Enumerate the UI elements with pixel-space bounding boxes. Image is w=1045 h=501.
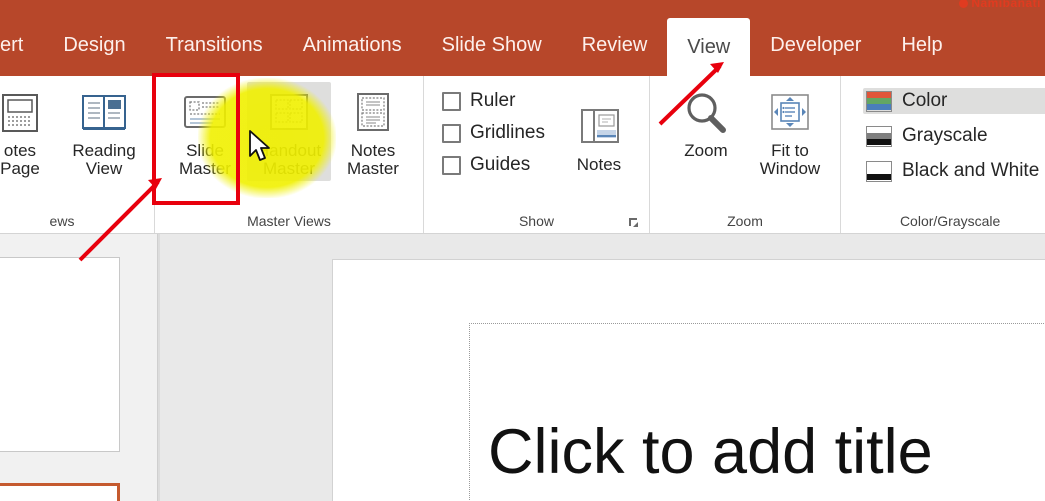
notes-page-icon [0, 86, 42, 140]
reading-view-icon [80, 86, 128, 140]
ruler-checkbox-row[interactable]: Ruler [442, 90, 545, 112]
pane-splitter[interactable] [158, 234, 160, 501]
handout-master-button[interactable]: Handout Master [247, 82, 331, 181]
tab-design-label: Design [63, 33, 126, 56]
notes-pane-label: Notes [576, 155, 622, 174]
workspace: Click to add title [0, 234, 1045, 501]
slide-canvas[interactable]: Click to add title [332, 259, 1045, 501]
tab-review-label: Review [581, 33, 648, 56]
tab-review[interactable]: Review [562, 18, 668, 72]
notes-page-label: otes Page [0, 141, 40, 179]
handout-master-label: Handout Master [256, 141, 322, 179]
ribbon-group-show: Ruler Gridlines Guides Notes Show [424, 76, 650, 233]
notes-master-icon [349, 86, 397, 140]
guides-checkbox[interactable] [442, 155, 461, 175]
tab-list: ert Design Transitions Animations Slide … [0, 18, 963, 76]
color-swatch-icon [865, 90, 892, 112]
tab-developer[interactable]: Developer [750, 18, 881, 72]
ruler-checkbox[interactable] [442, 91, 461, 111]
tab-developer-label: Developer [770, 33, 862, 56]
color-grayscale-group-label: Color/Grayscale [899, 213, 1001, 229]
reading-view-label: Reading View [72, 141, 136, 179]
grayscale-swatch-icon [865, 125, 892, 147]
zoom-button[interactable]: Zoom [664, 82, 748, 162]
show-checkbox-list: Ruler Gridlines Guides [432, 82, 551, 176]
zoom-label: Zoom [684, 141, 728, 160]
zoom-group-label: Zoom [727, 213, 763, 229]
notes-pane-button[interactable]: Notes [557, 96, 641, 176]
slide-thumbnail-pane[interactable] [0, 234, 158, 501]
tab-transitions-label: Transitions [165, 33, 263, 56]
notes-master-label: Notes Master [347, 141, 399, 179]
account-dot-icon [959, 0, 969, 8]
title-placeholder-text: Click to add title [488, 416, 933, 487]
tab-help-label: Help [901, 33, 943, 56]
gridlines-checkbox[interactable] [442, 123, 461, 143]
tab-animations-label: Animations [302, 33, 402, 56]
title-placeholder[interactable]: Click to add title [469, 323, 1045, 501]
notes-master-button[interactable]: Notes Master [331, 82, 415, 181]
slide-master-button[interactable]: Slide Master [163, 82, 247, 181]
fit-to-window-label: Fit to Window [759, 141, 821, 179]
slide-master-icon [181, 86, 229, 140]
handout-master-icon [265, 86, 313, 140]
notes-pane-icon [575, 100, 623, 154]
magnifier-icon [682, 86, 730, 140]
account-name-label: Namibanati [971, 0, 1041, 8]
ribbon-tab-strip: Namibanati ert Design Transitions Animat… [0, 0, 1045, 76]
tab-animations[interactable]: Animations [283, 18, 422, 72]
ribbon-group-color-grayscale: Color Grayscale Black and White Color/Gr… [841, 76, 1045, 233]
slide-thumbnail-2-selected[interactable] [0, 483, 120, 501]
tab-slide-show[interactable]: Slide Show [422, 18, 562, 72]
color-mode-color-label: Color [901, 90, 948, 111]
presentation-views-group-label: ews [49, 213, 75, 229]
tab-view[interactable]: View [667, 18, 751, 76]
color-mode-color[interactable]: Color [862, 88, 1045, 114]
ribbon-group-zoom: Zoom Fit to Window Zoom [650, 76, 841, 233]
ruler-label: Ruler [470, 90, 516, 111]
notes-page-button[interactable]: otes Page [0, 82, 62, 181]
gridlines-label: Gridlines [470, 122, 545, 143]
tab-help[interactable]: Help [881, 18, 962, 72]
show-group-label: Show [432, 213, 641, 233]
slide-thumbnail-1[interactable] [0, 257, 120, 452]
tab-design[interactable]: Design [43, 18, 145, 72]
slide-master-label: Slide Master [179, 141, 231, 179]
fit-to-window-button[interactable]: Fit to Window [748, 82, 832, 181]
tab-view-label: View [687, 35, 731, 58]
guides-label: Guides [470, 154, 531, 175]
ribbon-group-master-views: Slide Master Handout Master Notes Master… [155, 76, 424, 233]
tab-insert-label: ert [0, 33, 24, 56]
color-mode-black-and-white-label: Black and White [901, 160, 1040, 181]
ribbon-group-presentation-views: otes Page Reading View ews [0, 76, 155, 233]
fit-to-window-icon [766, 86, 814, 140]
black-white-swatch-icon [865, 160, 892, 182]
tab-insert[interactable]: ert [0, 18, 43, 72]
ribbon: otes Page Reading View ews Slide Master … [0, 76, 1045, 234]
color-mode-grayscale[interactable]: Grayscale [863, 123, 1045, 149]
show-dialog-launcher-icon[interactable] [628, 217, 639, 228]
powerpoint-window: Namibanati ert Design Transitions Animat… [0, 0, 1045, 501]
tab-transitions[interactable]: Transitions [146, 18, 283, 72]
color-mode-list: Color Grayscale Black and White [849, 82, 1045, 184]
gridlines-checkbox-row[interactable]: Gridlines [442, 122, 545, 144]
account-name[interactable]: Namibanati [959, 0, 1041, 8]
color-mode-black-and-white[interactable]: Black and White [863, 158, 1045, 184]
tab-slide-show-label: Slide Show [441, 33, 542, 56]
master-views-group-label: Master Views [247, 213, 331, 229]
guides-checkbox-row[interactable]: Guides [442, 154, 545, 176]
color-mode-grayscale-label: Grayscale [901, 125, 988, 146]
reading-view-button[interactable]: Reading View [62, 82, 146, 181]
